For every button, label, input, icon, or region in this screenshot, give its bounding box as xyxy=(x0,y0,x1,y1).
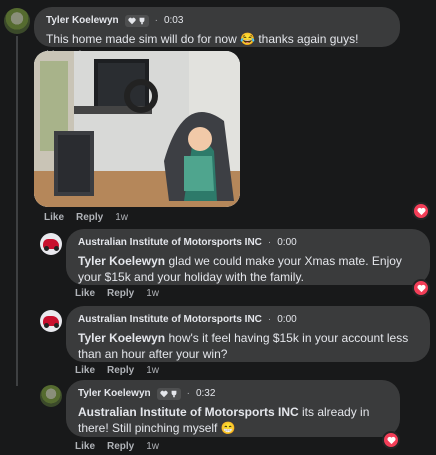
avatar-tyler[interactable] xyxy=(40,385,62,407)
heart-icon xyxy=(416,284,426,292)
comment-actions: Like Reply 1w xyxy=(75,365,159,376)
comment-photo[interactable] xyxy=(34,51,240,207)
comment-author[interactable]: Australian Institute of Motorsports INC xyxy=(78,313,262,327)
car-logo-wheel xyxy=(54,323,59,328)
separator-dot: · xyxy=(267,237,272,248)
comment-bubble: Tyler Koelewyn · 0:03 This home made sim… xyxy=(34,7,400,62)
comment-author[interactable]: Tyler Koelewyn xyxy=(78,387,151,401)
separator-dot: · xyxy=(154,15,158,26)
avatar-aim[interactable] xyxy=(40,233,62,255)
comment-time[interactable]: 0:00 xyxy=(277,313,296,327)
reply-link[interactable]: Reply xyxy=(107,288,134,299)
avatar-aim[interactable] xyxy=(40,310,62,332)
reaction-badge[interactable] xyxy=(412,279,430,297)
comment-author[interactable]: Australian Institute of Motorsports INC xyxy=(78,236,262,250)
comment-time[interactable]: 0:00 xyxy=(277,236,296,250)
like-link[interactable]: Like xyxy=(75,441,95,452)
car-logo-wheel xyxy=(44,246,49,251)
reply-bubble: Australian Institute of Motorsports INC … xyxy=(66,229,430,285)
badges xyxy=(156,388,181,400)
reply-link[interactable]: Reply xyxy=(107,365,134,376)
comment-age[interactable]: 1w xyxy=(146,365,159,376)
comment-actions: Like Reply 1w xyxy=(75,288,159,299)
comment-text: Tyler Koelewyn how's it feel having $15k… xyxy=(78,330,418,362)
like-link[interactable]: Like xyxy=(44,212,64,223)
badges xyxy=(124,15,149,27)
like-link[interactable]: Like xyxy=(75,288,95,299)
reaction-badge[interactable] xyxy=(382,431,400,449)
heart-icon xyxy=(386,436,396,444)
reaction-badge[interactable] xyxy=(412,202,430,220)
comment-time[interactable]: 0:32 xyxy=(196,387,215,401)
comment-actions: Like Reply 1w xyxy=(75,441,159,452)
reply-link[interactable]: Reply xyxy=(76,212,103,223)
separator-dot: · xyxy=(186,388,190,399)
reply-bubble: Australian Institute of Motorsports INC … xyxy=(66,306,430,362)
heart-badge-icon xyxy=(160,390,168,398)
comment-text: Australian Institute of Motorsports INC … xyxy=(78,404,388,436)
comment-author[interactable]: Tyler Koelewyn xyxy=(46,14,119,28)
trophy-badge-icon xyxy=(139,17,145,25)
mention-link[interactable]: Australian Institute of Motorsports INC xyxy=(78,405,299,419)
heart-badge-icon xyxy=(128,17,136,25)
mention-link[interactable]: Tyler Koelewyn xyxy=(78,331,165,345)
reply-thread-line xyxy=(16,36,18,386)
mention-link[interactable]: Tyler Koelewyn xyxy=(78,254,165,268)
heart-icon xyxy=(416,207,426,215)
car-logo-wheel xyxy=(54,246,59,251)
comment-actions: Like Reply 1w xyxy=(44,212,128,223)
like-link[interactable]: Like xyxy=(75,365,95,376)
comment-age[interactable]: 1w xyxy=(146,288,159,299)
separator-dot: · xyxy=(267,314,272,325)
comment-time[interactable]: 0:03 xyxy=(164,14,183,28)
reply-bubble: Tyler Koelewyn · 0:32 Australian Institu… xyxy=(66,380,400,437)
comment-age[interactable]: 1w xyxy=(115,212,128,223)
car-logo-wheel xyxy=(44,323,49,328)
sim-rig-photo-icon xyxy=(34,51,240,207)
trophy-badge-icon xyxy=(171,390,177,398)
reply-link[interactable]: Reply xyxy=(107,441,134,452)
comment-age[interactable]: 1w xyxy=(146,441,159,452)
avatar-tyler[interactable] xyxy=(4,8,30,34)
comment-text: Tyler Koelewyn glad we could make your X… xyxy=(78,253,418,285)
